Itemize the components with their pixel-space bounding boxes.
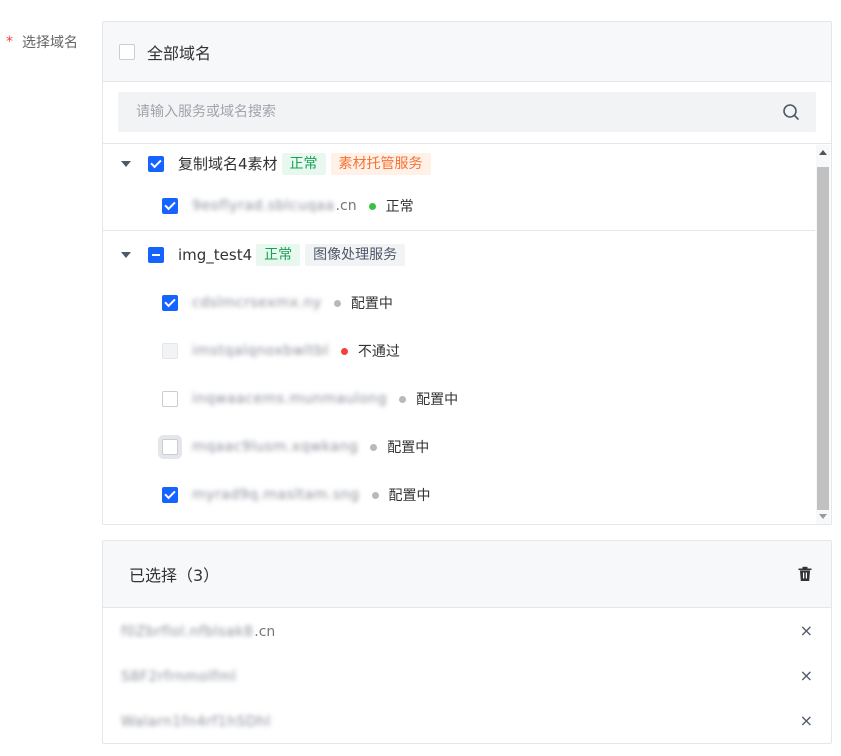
domain-checkbox[interactable] bbox=[162, 391, 178, 407]
domain-row: imstqalqnoxbwltbl 不通过 bbox=[103, 327, 815, 375]
selected-panel: 已选择（3） f0Zbrflol.nfblsak8.cn × S8F2rfrnm… bbox=[102, 540, 832, 744]
domain-status: 配置中 bbox=[387, 440, 430, 456]
group-row[interactable]: 复制域名4素材 正常 素材托管服务 bbox=[103, 145, 815, 182]
select-all-checkbox[interactable] bbox=[119, 43, 135, 60]
group-name: 复制域名4素材 bbox=[178, 155, 278, 173]
search-input[interactable] bbox=[134, 103, 782, 121]
service-group: img_test4 正常 图像处理服务 cdslmcrsexmx.ny 配置中 … bbox=[103, 231, 815, 519]
domain-checkbox[interactable] bbox=[162, 295, 178, 311]
domain-row[interactable]: cdslmcrsexmx.ny 配置中 bbox=[103, 279, 815, 327]
group-row[interactable]: img_test4 正常 图像处理服务 bbox=[103, 231, 815, 279]
field-label: 选择域名 bbox=[22, 35, 78, 51]
search-box[interactable] bbox=[118, 92, 816, 132]
expand-caret-icon[interactable] bbox=[121, 160, 131, 167]
selected-domain-suffix: .cn bbox=[254, 624, 276, 640]
selected-item: Walarn1fn4rf1hSDhl × bbox=[103, 698, 831, 743]
remove-close-icon[interactable]: × bbox=[800, 711, 813, 730]
domain-name-masked: mqaac9lusm.xqwkang bbox=[192, 439, 359, 455]
required-mark: * bbox=[6, 34, 13, 50]
domain-name-masked: 9eoflyrad.sblcuqaa bbox=[192, 198, 335, 214]
domain-status: 不通过 bbox=[357, 344, 400, 360]
domain-checkbox bbox=[162, 343, 178, 359]
domain-select-panel: 全部域名 复制域名4素材 正常 素材托管服务 9eoflyrad.sblcuqa… bbox=[102, 21, 832, 525]
search-area bbox=[103, 82, 831, 144]
status-dot bbox=[399, 395, 407, 403]
search-icon[interactable] bbox=[782, 103, 800, 121]
domain-checkbox[interactable] bbox=[162, 439, 178, 455]
domain-checkbox[interactable] bbox=[162, 487, 178, 503]
selected-domain-masked: f0Zbrflol.nfblsak8 bbox=[121, 624, 254, 640]
trash-icon[interactable] bbox=[797, 566, 813, 582]
status-tag: 正常 bbox=[281, 152, 326, 175]
domain-row[interactable]: myrad9q.masltam.sng 配置中 bbox=[103, 471, 815, 519]
selected-domain-masked: Walarn1fn4rf1hSDhl bbox=[121, 714, 271, 730]
domain-status: 配置中 bbox=[350, 296, 393, 312]
group-checkbox[interactable] bbox=[148, 247, 164, 263]
expand-caret-icon[interactable] bbox=[121, 252, 131, 258]
domain-tree: 复制域名4素材 正常 素材托管服务 9eoflyrad.sblcuqaa .cn… bbox=[103, 145, 815, 524]
status-dot bbox=[333, 299, 341, 307]
scrollbar[interactable] bbox=[816, 145, 830, 524]
domain-name-masked: inqwaacems.munmaulong bbox=[192, 391, 388, 407]
selected-item: f0Zbrflol.nfblsak8.cn × bbox=[103, 608, 831, 653]
domain-status: 配置中 bbox=[416, 392, 459, 408]
select-all-row[interactable]: 全部域名 bbox=[103, 22, 831, 82]
domain-name-masked: cdslmcrsexmx.ny bbox=[192, 295, 322, 311]
group-name: img_test4 bbox=[178, 246, 253, 264]
remove-close-icon[interactable]: × bbox=[800, 666, 813, 685]
domain-status: 正常 bbox=[385, 199, 414, 215]
scroll-up-arrow-icon[interactable] bbox=[819, 150, 827, 155]
scroll-thumb[interactable] bbox=[817, 167, 829, 510]
status-dot bbox=[368, 202, 376, 210]
domain-row[interactable]: inqwaacems.munmaulong 配置中 bbox=[103, 375, 815, 423]
service-tag: 图像处理服务 bbox=[305, 244, 406, 266]
select-all-label: 全部域名 bbox=[147, 43, 212, 63]
selected-title: 已选择（3） bbox=[129, 566, 220, 585]
group-checkbox[interactable] bbox=[148, 155, 164, 172]
status-dot bbox=[340, 347, 348, 355]
domain-checkbox[interactable] bbox=[162, 198, 178, 214]
selected-item: S8F2rfrnmolfml × bbox=[103, 653, 831, 698]
domain-suffix: .cn bbox=[335, 198, 357, 214]
domain-name-masked: myrad9q.masltam.sng bbox=[192, 487, 360, 503]
domain-status: 配置中 bbox=[388, 488, 431, 504]
selected-domain-masked: S8F2rfrnmolfml bbox=[121, 669, 237, 685]
domain-row[interactable]: 9eoflyrad.sblcuqaa .cn 正常 bbox=[103, 182, 815, 230]
domain-row[interactable]: mqaac9lusm.xqwkang 配置中 bbox=[103, 423, 815, 471]
domain-name-masked: imstqalqnoxbwltbl bbox=[192, 343, 329, 359]
selected-header: 已选择（3） bbox=[103, 541, 831, 608]
status-dot bbox=[370, 443, 378, 451]
service-tag: 素材托管服务 bbox=[330, 152, 431, 175]
service-group: 复制域名4素材 正常 素材托管服务 9eoflyrad.sblcuqaa .cn… bbox=[103, 145, 815, 231]
remove-close-icon[interactable]: × bbox=[800, 621, 813, 640]
status-dot bbox=[371, 491, 379, 499]
status-tag: 正常 bbox=[256, 244, 301, 266]
scroll-down-arrow-icon[interactable] bbox=[819, 514, 827, 519]
